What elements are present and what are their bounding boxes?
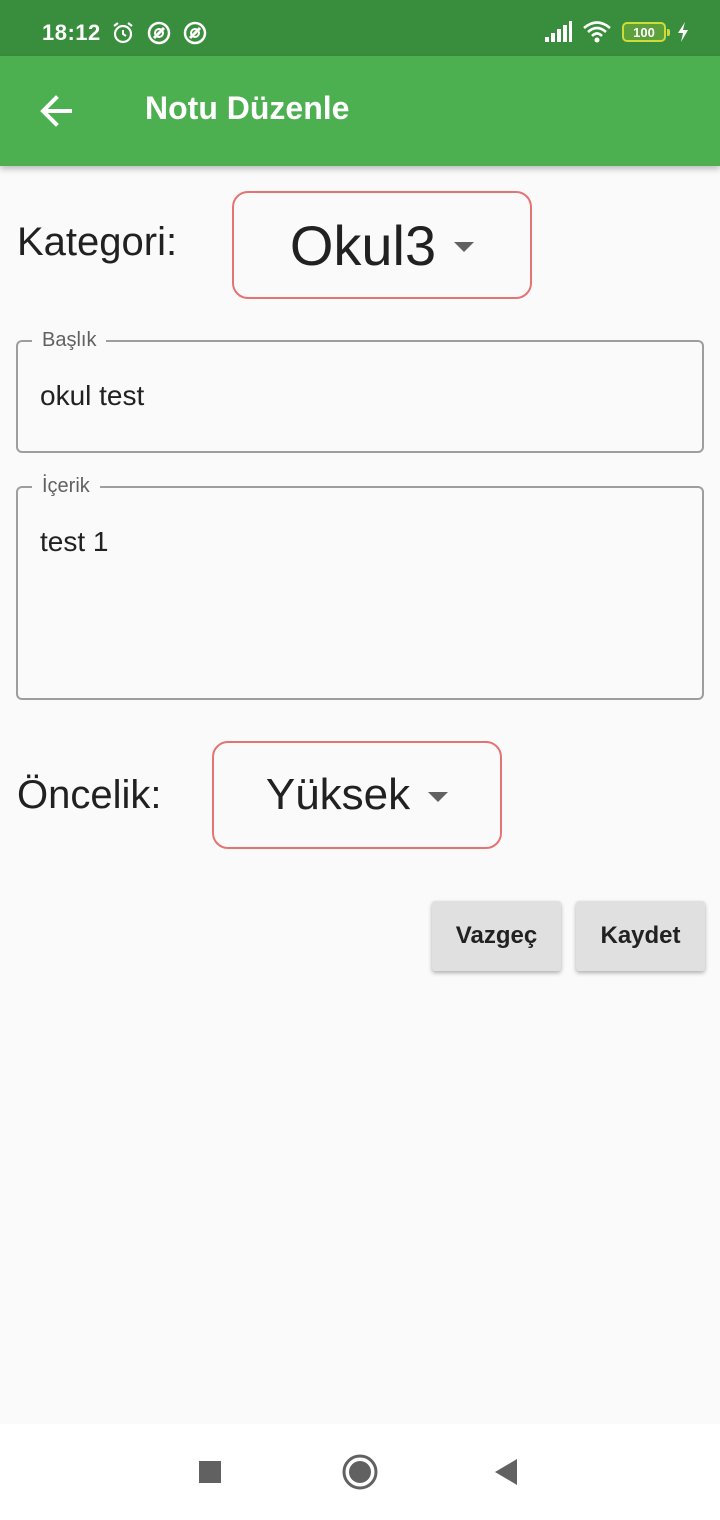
- cancel-button-label: Vazgeç: [455, 922, 538, 949]
- nav-back-button[interactable]: [482, 1448, 530, 1496]
- content-field-label: İçerik: [32, 474, 100, 498]
- wifi-icon: [583, 21, 611, 43]
- home-button[interactable]: [336, 1448, 384, 1496]
- priority-dropdown[interactable]: Yüksek: [212, 741, 502, 849]
- battery-level: 100: [633, 24, 655, 40]
- status-system-icons: 100: [544, 20, 690, 44]
- arrow-back-icon: [40, 95, 72, 127]
- title-field-label: Başlık: [32, 328, 107, 352]
- priority-value: Yüksek: [265, 770, 411, 819]
- cancel-button[interactable]: Vazgeç: [432, 901, 561, 971]
- recents-button[interactable]: [186, 1448, 234, 1496]
- category-label: Kategori:: [17, 220, 178, 264]
- chevron-down-icon: [454, 242, 475, 252]
- back-triangle-icon: [495, 1459, 517, 1485]
- back-button[interactable]: [26, 81, 86, 141]
- save-button[interactable]: Kaydet: [576, 901, 705, 971]
- vpn-icon: [147, 21, 171, 45]
- content-field-value[interactable]: test 1: [40, 526, 108, 558]
- battery-icon: 100: [622, 22, 670, 42]
- recents-square-icon: [199, 1461, 221, 1483]
- app-bar: Notu Düzenle: [0, 56, 720, 166]
- save-button-label: Kaydet: [600, 922, 681, 949]
- chevron-down-icon: [428, 792, 449, 802]
- signal-icon: [545, 21, 572, 42]
- home-circle-icon: [342, 1454, 378, 1490]
- priority-label: Öncelik:: [17, 773, 162, 817]
- charging-icon: [678, 22, 688, 42]
- status-time: 18:12: [42, 20, 101, 45]
- title-field-value[interactable]: okul test: [40, 380, 144, 412]
- navigation-bar: [0, 1424, 720, 1520]
- alarm-icon: [113, 22, 133, 44]
- status-notification-icons: [110, 20, 208, 46]
- category-dropdown[interactable]: Okul3: [232, 191, 532, 299]
- category-value: Okul3: [289, 213, 437, 277]
- page-title: Notu Düzenle: [145, 90, 350, 126]
- status-bar: 18:12 100: [0, 0, 720, 56]
- content-field[interactable]: İçerik test 1: [16, 474, 704, 700]
- vpn-icon: [183, 21, 207, 45]
- title-field[interactable]: Başlık okul test: [16, 328, 704, 453]
